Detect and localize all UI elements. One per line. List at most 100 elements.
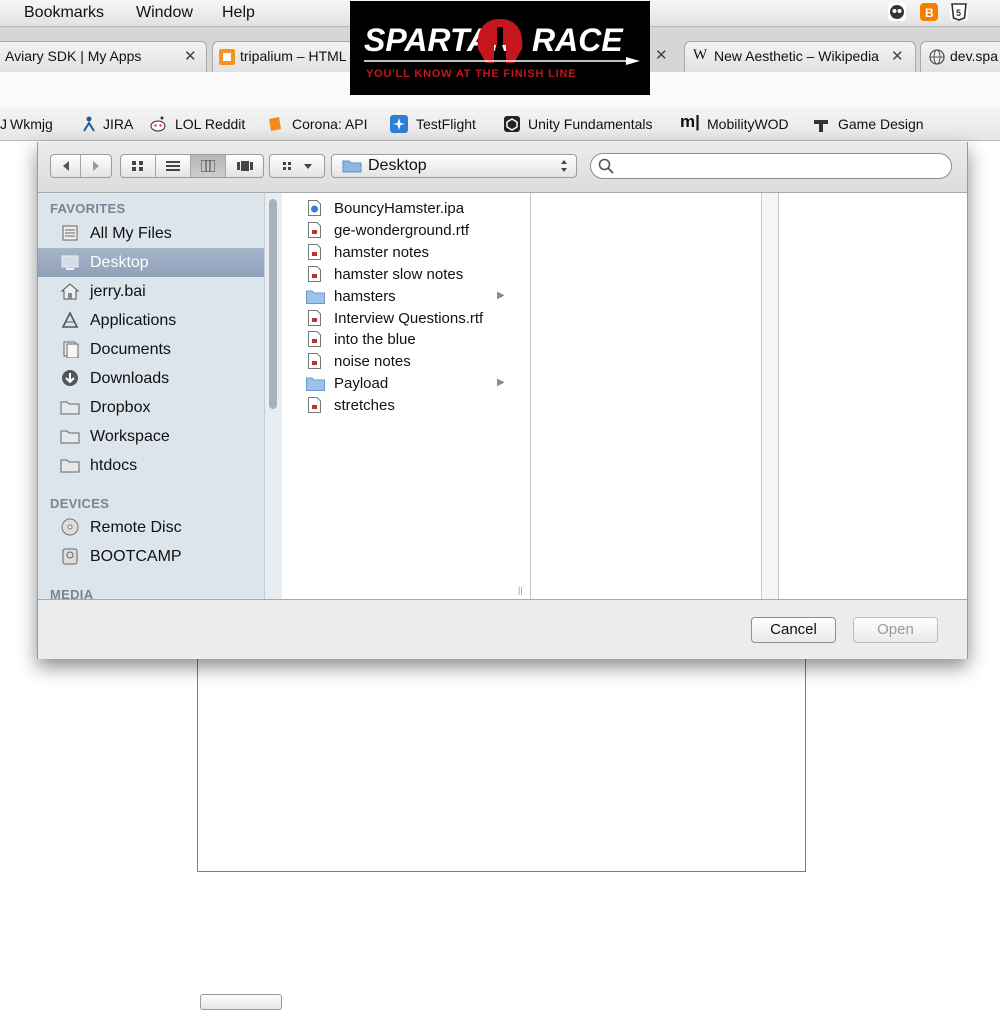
file-row[interactable]: hamster notes — [282, 241, 512, 263]
sidebar-item-label: Dropbox — [90, 399, 151, 416]
html5-icon[interactable]: 5 — [950, 3, 968, 21]
column-view-button[interactable] — [191, 155, 226, 177]
reddit-icon — [149, 115, 167, 133]
svg-text:B: B — [925, 6, 934, 20]
folder-icon — [60, 430, 80, 444]
globe-icon — [929, 49, 945, 65]
sidebar-item-all-my-files[interactable]: All My Files — [38, 219, 264, 248]
close-icon[interactable]: ✕ — [655, 46, 668, 64]
list-view-button[interactable] — [156, 155, 191, 177]
desktop-icon — [61, 255, 79, 270]
tab-aviary[interactable]: Aviary SDK | My Apps ✕ — [0, 41, 207, 72]
bookmark-testflight[interactable]: TestFlight — [416, 116, 476, 132]
arrange-menu-button[interactable] — [269, 154, 325, 178]
sidebar-scroll-track — [264, 193, 282, 599]
spartan-race-ad[interactable]: SPARTAN RACE YOU'LL KNOW AT THE FINISH L… — [350, 1, 650, 95]
menu-help[interactable]: Help — [222, 4, 255, 22]
bookmark-mobilitywod[interactable]: MobilityWOD — [707, 116, 789, 132]
file-row[interactable]: into the blue — [282, 328, 512, 350]
folder-icon — [60, 459, 80, 473]
sidebar-item-label: htdocs — [90, 457, 138, 474]
column-divider[interactable] — [778, 193, 779, 599]
folder-icon — [306, 377, 325, 392]
bookmark-game-design[interactable]: Game Design — [838, 116, 924, 132]
column-scroll-track — [762, 193, 778, 599]
tab-title: Aviary SDK | My Apps — [5, 48, 142, 64]
file-row[interactable]: Interview Questions.rtf — [282, 307, 512, 329]
sidebar-item-workspace[interactable]: Workspace — [38, 422, 264, 451]
game-design-icon — [812, 115, 830, 133]
open-button[interactable]: Open — [853, 617, 938, 643]
cancel-button[interactable]: Cancel — [751, 617, 836, 643]
bookmark-wkmjg[interactable]: J Wkmjg — [0, 116, 53, 132]
column-divider[interactable] — [530, 193, 531, 599]
sidebar-item-label: Downloads — [90, 370, 170, 387]
favorites-header: FAVORITES — [50, 201, 126, 216]
sidebar-item-bootcamp[interactable]: BOOTCAMP — [38, 542, 264, 571]
sidebar-item-desktop[interactable]: Desktop — [38, 248, 264, 277]
folder-row[interactable]: Payload ▶ — [282, 372, 512, 394]
file-name: noise notes — [334, 353, 411, 371]
view-mode-control — [120, 154, 264, 178]
file-name: Interview Questions.rtf — [334, 309, 484, 327]
menu-bookmarks[interactable]: Bookmarks — [24, 4, 104, 22]
sidebar-item-downloads[interactable]: Downloads — [38, 364, 264, 393]
wikipedia-icon: W — [693, 47, 708, 63]
file-name: BouncyHamster.ipa — [334, 200, 465, 217]
sidebar-scroll-thumb[interactable] — [269, 199, 277, 409]
sidebar-item-dropbox[interactable]: Dropbox — [38, 393, 264, 422]
folder-icon — [342, 160, 362, 173]
file-row[interactable]: noise notes — [282, 350, 512, 372]
document-icon — [308, 265, 321, 282]
blogger-icon[interactable]: B — [920, 3, 938, 21]
bookmark-corona-api[interactable]: Corona: API — [292, 116, 368, 132]
coverflow-view-button[interactable] — [226, 155, 263, 177]
sidebar-item-label: Documents — [90, 341, 171, 358]
bookmarks-bar: J Wkmjg JIRA LOL Reddit Corona: API TestF… — [0, 108, 1000, 141]
icon-view-icon — [132, 161, 143, 171]
tab-wikipedia[interactable]: W New Aesthetic – Wikipedia ✕ — [684, 41, 916, 72]
arrange-icon — [283, 162, 312, 170]
tab-dev[interactable]: dev.spa — [920, 41, 1000, 72]
testflight-icon — [390, 115, 408, 133]
file-row[interactable]: hamster slow notes — [282, 263, 512, 285]
upload-button[interactable] — [200, 994, 282, 1010]
sidebar-item-htdocs[interactable]: htdocs — [38, 451, 264, 480]
document-icon — [308, 221, 321, 238]
sidebar-item-applications[interactable]: Applications — [38, 306, 264, 335]
close-icon[interactable]: ✕ — [891, 47, 904, 65]
dialog-toolbar: Desktop — [38, 142, 967, 193]
downloads-icon — [62, 370, 78, 386]
ad-word-race: RACE — [532, 22, 624, 58]
sidebar-item-remote-disc[interactable]: Remote Disc — [38, 513, 264, 542]
file-row[interactable]: ge-wonderground.rtf — [282, 219, 512, 241]
icon-view-button[interactable] — [121, 155, 156, 177]
folder-row[interactable]: hamsters ▶ — [282, 285, 512, 307]
search-field[interactable] — [590, 153, 952, 179]
column-resize-handle[interactable]: || — [518, 585, 523, 595]
file-name: stretches — [334, 397, 395, 415]
coverflow-view-icon — [236, 161, 253, 171]
forward-button[interactable] — [81, 155, 111, 177]
file-row[interactable]: BouncyHamster.ipa — [282, 197, 512, 219]
location-label: Desktop — [368, 157, 427, 174]
file-row[interactable]: stretches — [282, 394, 512, 416]
sidebar-item-home[interactable]: jerry.bai — [38, 277, 264, 306]
bookmark-unity-fundamentals[interactable]: Unity Fundamentals — [528, 116, 653, 132]
mobilitywod-icon: m| — [680, 112, 700, 131]
alien-icon[interactable] — [888, 3, 906, 21]
applications-icon — [61, 311, 79, 328]
back-forward-control — [50, 154, 112, 178]
close-icon[interactable]: ✕ — [184, 47, 197, 65]
bookmark-jira[interactable]: JIRA — [103, 116, 133, 132]
location-popup[interactable]: Desktop — [331, 154, 577, 178]
menu-window[interactable]: Window — [136, 4, 193, 22]
bookmark-lol-reddit[interactable]: LOL Reddit — [175, 116, 245, 132]
ipa-file-icon — [308, 200, 321, 216]
forward-arrow-icon — [93, 161, 99, 171]
sidebar-item-documents[interactable]: Documents — [38, 335, 264, 364]
home-icon — [60, 283, 80, 300]
search-input[interactable] — [617, 156, 941, 176]
tab-tripalium[interactable]: tripalium – HTML — [212, 41, 354, 72]
back-button[interactable] — [51, 155, 81, 177]
